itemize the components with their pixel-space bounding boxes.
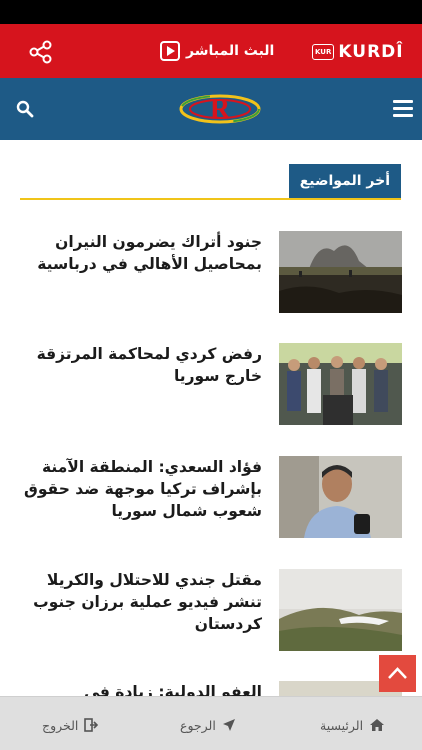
language-name: KURDÎ <box>338 42 404 62</box>
bottom-navigation: الرئيسية الرجوع الخروج <box>0 696 422 750</box>
language-switch-button[interactable]: KUR KURDÎ <box>312 40 404 64</box>
live-stream-label: البث المباشر <box>186 43 275 59</box>
exit-button[interactable]: الخروج <box>42 716 99 734</box>
field-fire-photo-icon[interactable] <box>279 231 402 313</box>
live-stream-button[interactable]: البث المباشر <box>160 38 274 64</box>
back-label: الرجوع <box>180 717 216 733</box>
nav-bar: R <box>0 78 422 140</box>
news-item[interactable]: فؤاد السعدي: المنطقة الآمنة بإشراف تركيا… <box>20 456 402 538</box>
status-bar <box>0 0 422 24</box>
language-code-badge: KUR <box>312 44 335 60</box>
sign-out-icon <box>84 718 99 732</box>
home-icon <box>370 719 385 731</box>
press-conference-photo-icon[interactable] <box>279 343 402 425</box>
exit-label: الخروج <box>42 717 79 733</box>
location-arrow-icon <box>222 719 235 731</box>
mountain-landscape-photo-icon[interactable] <box>279 569 402 651</box>
search-icon[interactable] <box>16 100 34 118</box>
home-button[interactable]: الرئيسية <box>320 716 385 734</box>
home-label: الرئيسية <box>320 717 364 733</box>
channel-logo[interactable]: R <box>178 92 262 126</box>
section-title: أخر المواضيع <box>288 164 401 198</box>
logo-letter: R <box>210 94 231 125</box>
scroll-to-top-button[interactable] <box>379 655 416 692</box>
news-item[interactable]: جنود أتراك يضرمون النيران بمحاصيل الأهال… <box>20 231 402 313</box>
back-button[interactable]: الرجوع <box>180 716 236 734</box>
news-title[interactable]: فؤاد السعدي: المنطقة الآمنة بإشراف تركيا… <box>20 456 262 522</box>
play-icon <box>160 41 180 61</box>
news-title[interactable]: رفض كردي لمحاكمة المرتزقة خارج سوريا <box>20 343 262 387</box>
top-red-bar: البث المباشر KUR KURDÎ <box>0 24 422 78</box>
news-title[interactable]: مقتل جندي للاحتلال والكريلا تنشر فيديو ع… <box>20 569 262 635</box>
hamburger-menu-icon[interactable] <box>393 100 413 118</box>
speaker-portrait-photo-icon[interactable] <box>279 456 402 538</box>
share-icon[interactable] <box>28 40 54 64</box>
section-header: أخر المواضيع <box>20 164 401 200</box>
news-item[interactable]: رفض كردي لمحاكمة المرتزقة خارج سوريا <box>20 343 402 425</box>
news-item[interactable]: مقتل جندي للاحتلال والكريلا تنشر فيديو ع… <box>20 569 402 651</box>
news-title[interactable]: جنود أتراك يضرمون النيران بمحاصيل الأهال… <box>20 231 262 275</box>
chevron-up-icon <box>388 667 407 679</box>
